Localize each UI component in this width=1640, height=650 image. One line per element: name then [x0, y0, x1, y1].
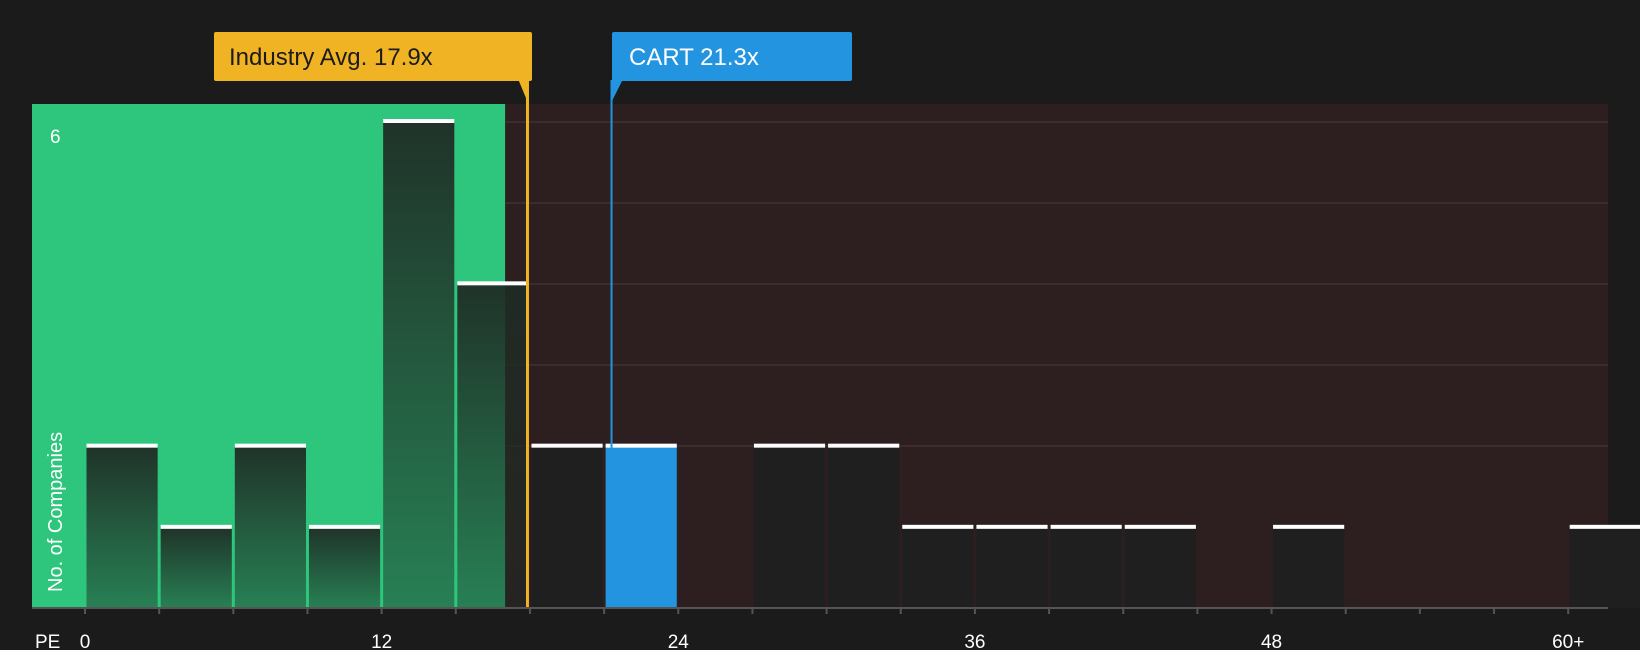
- x-tick-label: 24: [668, 632, 690, 650]
- histogram-bar-cap: [605, 443, 677, 448]
- histogram-bar-cap: [1569, 524, 1640, 529]
- company-pointer: [610, 80, 623, 104]
- pe-distribution-chart: Industry Avg. 17.9x CART 21.3x 0 12 24 36 48 6…: [32, 32, 1640, 650]
- x-tick-label: 36: [964, 632, 985, 650]
- x-axis-label: PE: [35, 632, 60, 650]
- histogram-bar: [976, 526, 1048, 608]
- histogram-bar: [1050, 526, 1122, 608]
- histogram-bar-cap: [160, 524, 232, 529]
- histogram-bar: [383, 121, 455, 608]
- histogram-bar: [753, 445, 826, 608]
- histogram-bar-cap: [383, 119, 455, 123]
- industry-avg-label: Industry Avg. 17.9x: [229, 44, 433, 71]
- histogram-bar: [1273, 526, 1345, 608]
- y-axis-label: No. of Companies: [45, 432, 67, 592]
- histogram-bar: [605, 445, 677, 608]
- histogram-bar-cap: [1273, 524, 1345, 529]
- histogram-bar-cap: [86, 443, 158, 448]
- histogram-bar-cap: [753, 443, 826, 448]
- x-tick-label: 12: [371, 632, 392, 650]
- histogram-bar: [160, 526, 232, 608]
- histogram-bar-cap: [457, 281, 529, 286]
- histogram-bar-cap: [828, 443, 900, 448]
- y-tick-label: 6: [50, 127, 61, 148]
- histogram-bar-cap: [902, 524, 974, 529]
- x-tick-label: 0: [80, 632, 91, 650]
- histogram-bar-cap: [531, 443, 603, 448]
- histogram-bar-cap: [234, 443, 306, 448]
- x-tick-label: 60+: [1552, 632, 1584, 650]
- histogram-bar-cap: [1124, 524, 1196, 529]
- histogram-bar: [828, 445, 900, 608]
- histogram-bar: [1124, 526, 1196, 608]
- x-tick-label: 48: [1261, 632, 1282, 650]
- histogram-bar-cap: [1050, 524, 1122, 529]
- histogram-bar: [234, 445, 306, 608]
- histogram-bar: [457, 283, 529, 608]
- histogram-bar: [86, 445, 158, 608]
- histogram-bar: [531, 445, 603, 608]
- histogram-bar: [308, 526, 381, 608]
- histogram-bar: [1569, 526, 1640, 608]
- histogram-bar-cap: [308, 524, 381, 529]
- histogram-bar-cap: [976, 524, 1048, 529]
- histogram-bar: [902, 526, 974, 608]
- company-label: CART 21.3x: [629, 44, 759, 71]
